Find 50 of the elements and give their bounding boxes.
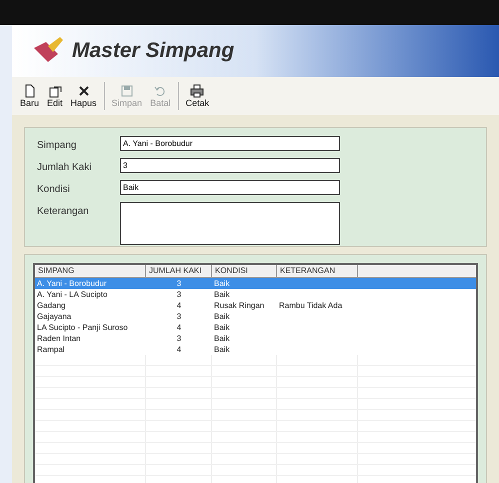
printer-icon [190, 84, 204, 98]
table-cell-text: Rusak Ringan [213, 300, 266, 311]
table-cell-text: Raden Intan [36, 333, 82, 344]
table-cell-text: 3 [176, 333, 182, 344]
column-header[interactable]: KETERANGAN [277, 265, 358, 277]
edit-icon [48, 84, 62, 98]
table-row[interactable]: A. Yani - LA Sucipto 3 Baik [35, 289, 476, 300]
field-label: Simpang [37, 139, 78, 153]
table-cell-text: 3 [176, 278, 182, 289]
column-header[interactable]: JUMLAH KAKI [146, 265, 212, 277]
table-row[interactable]: Gajayana 3 Baik [35, 311, 476, 322]
table-cell-text: 4 [176, 344, 182, 355]
table-row[interactable]: LA Sucipto - Panji Suroso 4 Baik [35, 322, 476, 333]
table-row[interactable]: Raden Intan 3 Baik [35, 333, 476, 344]
table-cell-text: A. Yani - Borobudur [36, 278, 108, 289]
document-icon [22, 84, 36, 98]
column-header[interactable]: KONDISI [212, 265, 277, 277]
toolbar-button[interactable]: Hapus [66, 84, 101, 108]
save-icon [120, 84, 134, 98]
toolbar-button[interactable]: Edit [43, 84, 67, 108]
table-cell-text: 4 [176, 322, 182, 333]
field-label: Kondisi [37, 183, 71, 197]
table-cell-text: Gadang [36, 300, 66, 311]
input-field[interactable]: Baik [120, 180, 340, 195]
table-cell-text: Baik [213, 289, 231, 300]
table-cell-text: LA Sucipto - Panji Suroso [36, 322, 129, 333]
table-cell-text: Baik [213, 333, 231, 344]
close-icon [76, 84, 91, 98]
table-cell-text: Baik [213, 278, 231, 289]
table-cell-text: Baik [213, 322, 231, 333]
table-row[interactable]: Gadang 4 Rusak Ringan Rambu Tidak Ada [35, 300, 476, 311]
toolbar-button[interactable]: Baru [16, 84, 44, 108]
table-row[interactable]: Rampal 4 Baik [35, 344, 476, 355]
table-cell-text: Baik [213, 311, 231, 322]
table-cell-text: 3 [176, 311, 182, 322]
table-cell-text: Gajayana [36, 311, 72, 322]
toolbar-button[interactable]: Cetak [182, 84, 214, 108]
input-field[interactable]: A. Yani - Borobudur [120, 136, 340, 151]
table-cell-text: A. Yani - LA Sucipto [36, 289, 108, 300]
window-title: Master Simpang [72, 38, 234, 64]
field-label: Keterangan [37, 205, 90, 219]
table-cell-text: Baik [213, 344, 231, 355]
table-cell-text: 4 [176, 300, 182, 311]
memo-field[interactable] [120, 202, 340, 245]
input-field[interactable]: 3 [120, 158, 340, 173]
field-label: Jumlah Kaki [37, 161, 92, 175]
table-cell-text: 3 [176, 289, 182, 300]
table-cell-text: Rambu Tidak Ada [278, 300, 344, 311]
column-header[interactable]: SIMPANG [35, 265, 146, 277]
table-cell-text: Rampal [36, 344, 66, 355]
